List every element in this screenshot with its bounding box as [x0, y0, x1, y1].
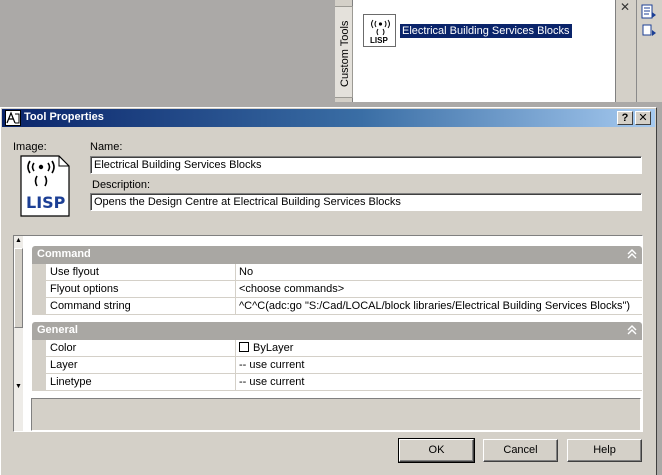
property-grid-scrollbar[interactable]: ▲ ▼	[14, 236, 23, 431]
property-row-command-string[interactable]: Command string ^C^C(adc:go "S:/Cad/LOCAL…	[32, 298, 642, 315]
name-label: Name:	[90, 141, 123, 153]
property-row-layer[interactable]: Layer -- use current	[32, 357, 642, 374]
cancel-button[interactable]: Cancel	[483, 439, 558, 462]
property-key: Layer	[46, 357, 236, 374]
image-label: Image:	[13, 141, 47, 153]
name-input[interactable]: Electrical Building Services Blocks	[90, 156, 642, 174]
property-key: Color	[46, 340, 236, 357]
ok-button[interactable]: OK	[398, 438, 475, 463]
section-general-header[interactable]: General	[32, 322, 642, 340]
palette-close-icon[interactable]: ✕	[618, 0, 632, 14]
property-value[interactable]: No	[236, 264, 642, 281]
help-icon[interactable]: ?	[617, 111, 633, 125]
properties-icon[interactable]	[641, 4, 657, 20]
lisp-icon-text: LISP	[26, 193, 66, 212]
palette-tool-item[interactable]: LISP Electrical Building Services Blocks	[363, 14, 572, 47]
property-key: Command string	[46, 298, 236, 315]
property-row-color[interactable]: Color ByLayer	[32, 340, 642, 357]
autocad-app-icon	[5, 110, 21, 126]
tab-custom-tools[interactable]: Custom Tools	[335, 6, 353, 98]
palette-titlebar: ✕	[615, 0, 662, 102]
property-row-linetype[interactable]: Linetype -- use current	[32, 374, 642, 391]
property-value[interactable]: -- use current	[236, 374, 642, 391]
property-description-panel	[31, 398, 641, 431]
tool-palette: Custom Tools LISP Electrical Building Se…	[335, 0, 662, 102]
property-row-flyout-options[interactable]: Flyout options <choose commands>	[32, 281, 642, 298]
scroll-up-icon[interactable]: ▲	[14, 236, 23, 245]
lisp-tool-icon: LISP	[363, 14, 396, 47]
palette-tool-label: Electrical Building Services Blocks	[400, 23, 572, 38]
close-icon[interactable]: ✕	[635, 111, 651, 125]
scrollbar-thumb[interactable]	[14, 248, 23, 328]
help-button[interactable]: Help	[567, 439, 642, 462]
tab-custom-tools-label: Custom Tools	[339, 20, 351, 87]
property-value[interactable]: ^C^C(adc:go "S:/Cad/LOCAL/block librarie…	[236, 298, 642, 315]
palette-tab-strip: Custom Tools	[335, 0, 353, 102]
description-input[interactable]: Opens the Design Centre at Electrical Bu…	[90, 193, 642, 211]
color-swatch	[239, 342, 249, 352]
property-key: Flyout options	[46, 281, 236, 298]
dialog-title: Tool Properties	[24, 111, 104, 123]
dialog-titlebar[interactable]: Tool Properties ? ✕	[2, 109, 655, 127]
property-row-use-flyout[interactable]: Use flyout No	[32, 264, 642, 281]
tool-properties-dialog: Tool Properties ? ✕ Image: Name: LISP El…	[0, 107, 657, 475]
description-label: Description:	[92, 179, 151, 191]
scroll-down-icon[interactable]: ▼	[14, 382, 23, 391]
double-chevron-up-icon[interactable]	[625, 247, 639, 261]
palette-content: LISP Electrical Building Services Blocks	[353, 0, 615, 102]
double-chevron-up-icon[interactable]	[625, 323, 639, 337]
property-value[interactable]: <choose commands>	[236, 281, 642, 298]
section-general-title: General	[37, 324, 78, 336]
section-command-header[interactable]: Command	[32, 246, 642, 264]
section-command-title: Command	[37, 248, 91, 260]
palette-menu-icon[interactable]	[641, 24, 657, 40]
property-value[interactable]: -- use current	[236, 357, 642, 374]
property-key: Linetype	[46, 374, 236, 391]
property-value[interactable]: ByLayer	[236, 340, 642, 357]
tool-image-preview[interactable]: LISP	[19, 154, 71, 218]
property-key: Use flyout	[46, 264, 236, 281]
